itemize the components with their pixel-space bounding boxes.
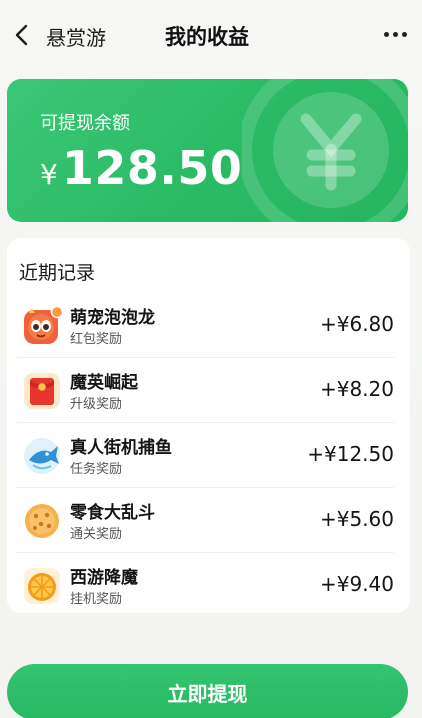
record-name: 萌宠泡泡龙	[70, 308, 155, 328]
back-button[interactable]	[8, 20, 36, 50]
record-desc: 通关奖励	[70, 527, 123, 542]
list-item[interactable]: 真人街机捕鱼 任务奖励 +¥12.50	[17, 423, 394, 488]
record-name: 魔英崛起	[70, 373, 138, 393]
record-amount: +¥6.80	[319, 312, 394, 336]
balance-amount: ¥ 128.50	[40, 141, 242, 195]
record-name: 零食大乱斗	[70, 503, 155, 523]
balance-label: 可提现余额	[40, 113, 130, 134]
page-title: 我的收益	[165, 25, 249, 49]
orange-slice-icon	[21, 565, 63, 607]
cookie-icon	[21, 500, 63, 542]
currency-symbol: ¥	[40, 158, 58, 191]
list-item[interactable]: 魔英崛起 升级奖励 +¥8.20	[17, 358, 394, 423]
record-desc: 升级奖励	[70, 397, 123, 412]
record-desc: 任务奖励	[70, 462, 123, 477]
top-bar: 悬赏游 我的收益	[0, 0, 422, 70]
more-dots-icon[interactable]	[380, 22, 410, 46]
record-amount: +¥5.60	[319, 507, 394, 531]
back-label[interactable]: 悬赏游	[46, 22, 106, 51]
list-item[interactable]: 零食大乱斗 通关奖励 +¥5.60	[17, 488, 394, 553]
red-envelope-icon	[21, 370, 63, 412]
record-amount: +¥12.50	[307, 442, 394, 466]
record-amount: +¥9.40	[319, 572, 394, 596]
record-desc: 挂机奖励	[70, 592, 123, 607]
balance-card: 可提现余额 ¥ 128.50	[7, 79, 408, 222]
record-list: 萌宠泡泡龙 红包奖励 +¥6.80 魔英崛起 升级奖励 +¥8.20 真人街机捕…	[7, 293, 410, 618]
chevron-left-icon	[15, 24, 28, 46]
withdraw-button[interactable]: 立即提现	[7, 664, 408, 718]
list-item[interactable]: 西游降魔 挂机奖励 +¥9.40	[17, 553, 394, 618]
record-name: 真人街机捕鱼	[70, 438, 172, 458]
dragon-pet-icon	[21, 305, 64, 347]
record-name: 西游降魔	[70, 568, 138, 588]
records-panel: 近期记录 萌宠泡泡龙 红包奖励 +¥6.80 魔英崛起 升级奖励 +¥8.20 …	[7, 238, 410, 613]
balance-value: 128.50	[61, 141, 243, 195]
fish-icon	[21, 435, 63, 477]
list-item[interactable]: 萌宠泡泡龙 红包奖励 +¥6.80	[17, 293, 394, 358]
records-title: 近期记录	[19, 262, 96, 284]
record-amount: +¥8.20	[319, 377, 394, 401]
record-desc: 红包奖励	[70, 332, 123, 347]
yen-coin-icon	[242, 79, 408, 222]
